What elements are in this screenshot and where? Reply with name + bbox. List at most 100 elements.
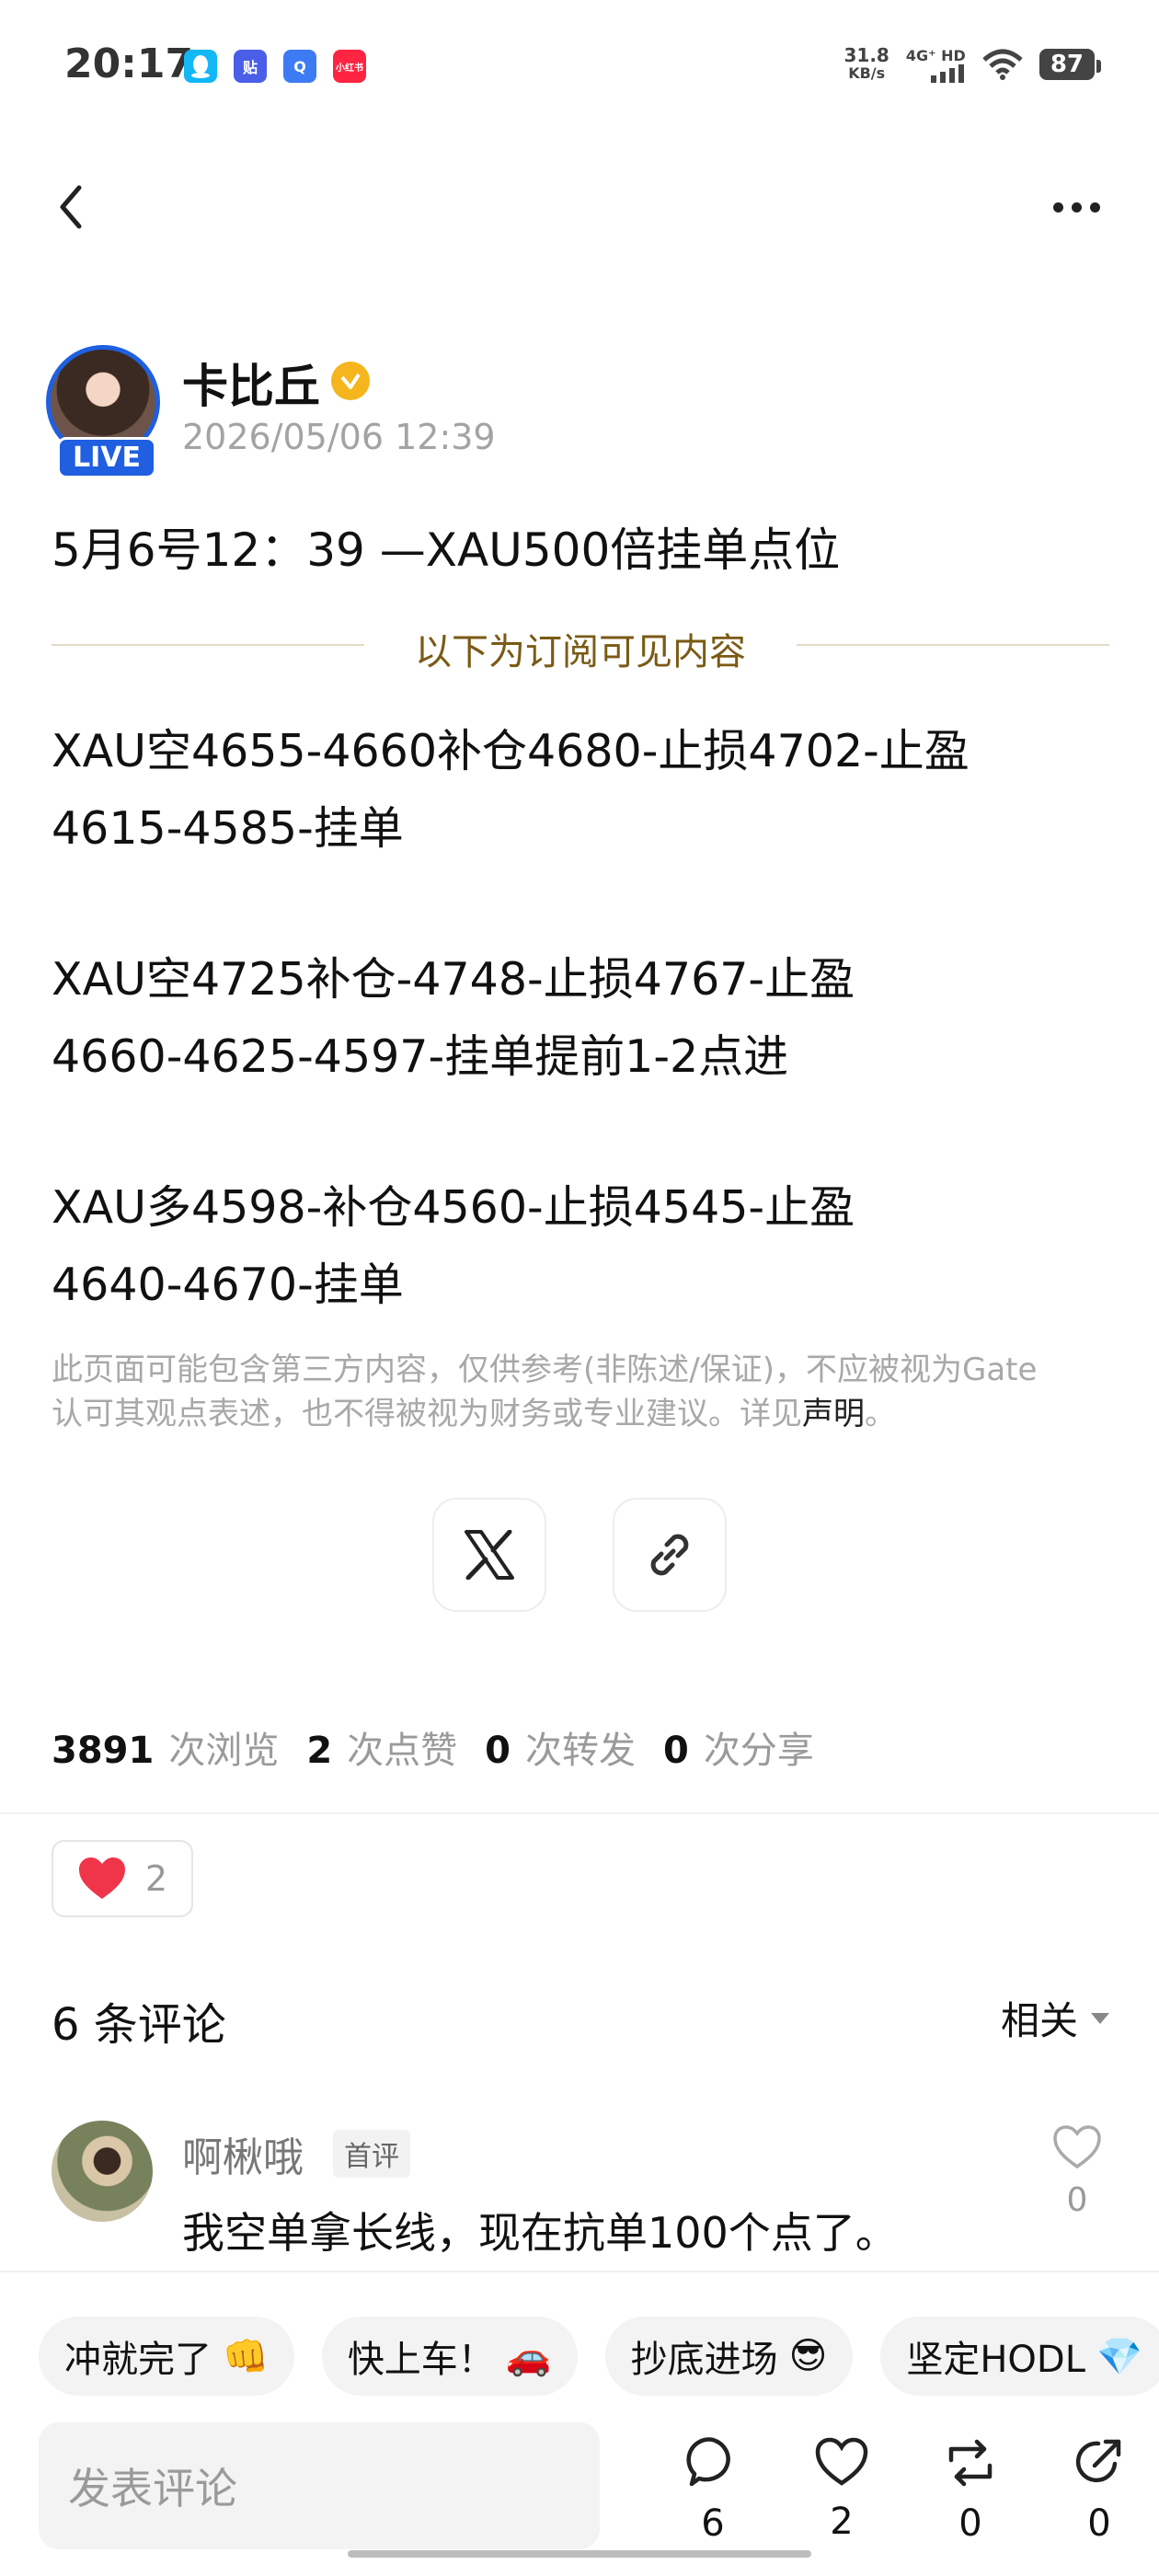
home-indicator[interactable] xyxy=(348,2550,811,2558)
post-line: 4660-4625-4597-挂单提前1-2点进 xyxy=(52,1030,789,1083)
quick-reply-chip[interactable]: 冲就完了 👊 xyxy=(39,2317,294,2396)
top-nav xyxy=(0,170,1159,244)
browser-icon: Q xyxy=(283,50,316,83)
battery-indicator: 87 xyxy=(1039,49,1102,80)
live-badge[interactable]: LIVE xyxy=(57,437,156,478)
repost-action-count: 0 xyxy=(958,2502,982,2545)
post-line: XAU多4598-补仓4560-止损4545-止盈 xyxy=(52,1181,855,1234)
subscriber-divider: 以下为订阅可见内容 xyxy=(52,618,1109,673)
more-horizontal-icon xyxy=(1052,201,1063,213)
bottom-comment-bar: 冲就完了 👊 快上车！ 🚗 抄底进场 😎 坚定HODL 💎 发表评论 6 2 0… xyxy=(0,2271,1159,2576)
status-indicators: 31.8 KB/s 4G⁺ HD 87 xyxy=(844,46,1102,83)
comment-text: 我空单拿长线，现在抗单100个点了。 xyxy=(182,2208,898,2258)
xiaohongshu-icon: 小红书 xyxy=(333,50,366,83)
share-arrow-icon xyxy=(1075,2439,1121,2483)
repost-action-button[interactable]: 0 xyxy=(906,2436,1035,2545)
sort-dropdown[interactable]: 相关 xyxy=(1001,1990,1109,2046)
divider-line-right xyxy=(797,644,1109,646)
chevron-left-icon xyxy=(60,185,82,229)
wifi-icon xyxy=(982,49,1023,80)
shares-label: 次分享 xyxy=(703,1730,814,1772)
net-speed-unit: KB/s xyxy=(848,64,886,82)
signal-icon: 4G⁺ HD xyxy=(906,47,966,83)
share-x-button[interactable] xyxy=(432,1498,546,1612)
more-dot xyxy=(1089,201,1100,213)
net-speed: 31.8 KB/s xyxy=(844,46,889,83)
author-name[interactable]: 卡比丘 xyxy=(182,350,320,416)
disclaimer-line-2: 认可其观点表述，也不得被视为财务或专业建议。详见声明。 xyxy=(52,1392,1109,1436)
status-time: 20:17 xyxy=(64,40,194,87)
gem-emoji-icon: 💎 xyxy=(1096,2335,1142,2378)
first-comment-badge: 首评 xyxy=(333,2130,410,2178)
network-type: 4G⁺ HD xyxy=(905,46,966,64)
comment-action-count: 6 xyxy=(701,2502,725,2545)
x-logo-icon xyxy=(465,1530,514,1580)
bottom-actions: 6 2 0 0 xyxy=(648,2436,1159,2545)
views-label: 次浏览 xyxy=(168,1730,280,1772)
quick-reply-chip[interactable]: 抄底进场 😎 xyxy=(604,2317,854,2396)
comment-like-count: 0 xyxy=(1066,2181,1088,2219)
quick-reply-chips: 冲就完了 👊 快上车！ 🚗 抄底进场 😎 坚定HODL 💎 xyxy=(39,2317,1159,2396)
likes-label: 次点赞 xyxy=(347,1730,458,1772)
comments-header: 6 条评论 相关 xyxy=(52,1983,1109,2051)
commenter-name[interactable]: 啊楸哦 xyxy=(182,2124,304,2183)
comment-action-button[interactable]: 6 xyxy=(648,2436,777,2545)
comment-like-button[interactable]: 0 xyxy=(1045,2124,1109,2219)
reposts-label: 次转发 xyxy=(525,1730,637,1772)
likes-count: 2 xyxy=(306,1730,333,1772)
comments-count: 6 条评论 xyxy=(52,1999,226,2051)
share-action-count: 0 xyxy=(1087,2502,1111,2545)
heart-outline-icon xyxy=(1053,2125,1101,2169)
quick-reply-chip[interactable]: 坚定HODL 💎 xyxy=(880,2317,1159,2396)
sunglasses-emoji-icon: 😎 xyxy=(788,2335,828,2377)
link-icon xyxy=(650,1534,689,1576)
commenter-avatar[interactable] xyxy=(52,2121,153,2222)
back-button[interactable] xyxy=(57,179,103,235)
more-options-button[interactable] xyxy=(1039,179,1113,235)
status-bar: 20:17 贴 Q 小红书 31.8 KB/s 4G⁺ HD 87 xyxy=(0,0,1159,138)
car-emoji-icon: 🚗 xyxy=(505,2335,552,2378)
qq-icon xyxy=(184,50,217,83)
reposts-count: 0 xyxy=(485,1730,511,1772)
notification-icons: 贴 Q 小红书 xyxy=(184,50,366,83)
comment-bubble-icon xyxy=(686,2437,730,2487)
net-speed-value: 31.8 xyxy=(843,44,889,66)
post-line: XAU空4725补仓-4748-止损4767-止盈 xyxy=(52,953,855,1006)
disclaimer-end: 。 xyxy=(865,1396,896,1432)
chip-text: 坚定HODL xyxy=(906,2339,1085,2381)
post-line: 4615-4585-挂单 xyxy=(52,802,404,855)
repost-icon xyxy=(948,2439,993,2487)
views-count: 3891 xyxy=(52,1730,155,1772)
disclaimer-text: 认可其观点表述，也不得被视为财务或专业建议。详见 xyxy=(52,1396,802,1432)
heart-icon xyxy=(78,1857,125,1899)
fist-emoji-icon: 👊 xyxy=(223,2335,269,2378)
post-stats: 3891 次浏览 2 次点赞 0 次转发 0 次分享 xyxy=(52,1720,842,1774)
copy-link-button[interactable] xyxy=(613,1498,727,1612)
post-timestamp: 2026/05/06 12:39 xyxy=(182,417,496,457)
like-action-button[interactable]: 2 xyxy=(777,2436,906,2545)
quick-reply-chip[interactable]: 快上车！ 🚗 xyxy=(321,2317,578,2396)
share-action-button[interactable]: 0 xyxy=(1035,2436,1159,2545)
verified-badge-icon xyxy=(331,362,370,400)
comment-item: 啊楸哦 首评 我空单拿长线，现在抗单100个点了。 0 xyxy=(52,2121,1109,2259)
shares-count: 0 xyxy=(663,1730,689,1772)
disclaimer-link[interactable]: 声明 xyxy=(802,1396,865,1432)
chip-text: 冲就完了 xyxy=(64,2339,212,2381)
sort-label: 相关 xyxy=(1000,1998,1078,2043)
heart-reaction-count: 2 xyxy=(144,1858,168,1899)
section-divider xyxy=(0,1812,1159,1814)
post-body: XAU空4655-4660补仓4680-止损4702-止盈 4615-4585-… xyxy=(52,713,1119,1324)
post-title: 5月6号12：39 —XAU500倍挂单点位 xyxy=(52,523,841,577)
comment-input[interactable]: 发表评论 xyxy=(39,2422,600,2549)
chevron-down-icon xyxy=(1091,2012,1109,2024)
share-row xyxy=(432,1498,727,1612)
post-line: 4640-4670-挂单 xyxy=(52,1259,404,1311)
post-line: XAU空4655-4660补仓4680-止损4702-止盈 xyxy=(52,725,970,777)
like-action-count: 2 xyxy=(830,2501,854,2543)
heart-reaction-button[interactable]: 2 xyxy=(52,1840,193,1917)
author-header: LIVE 卡比丘 2026/05/06 12:39 xyxy=(46,345,1113,483)
more-dot xyxy=(1071,201,1082,213)
chip-text: 快上车！ xyxy=(347,2339,495,2381)
